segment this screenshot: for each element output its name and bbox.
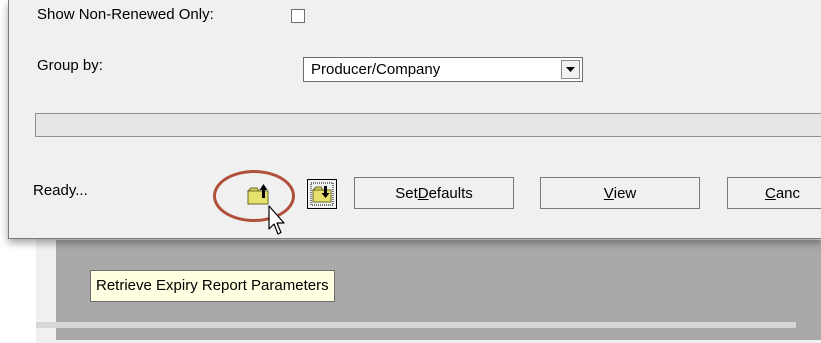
group-by-label: Group by: [37,57,103,74]
show-non-renewed-label: Show Non-Renewed Only: [37,6,214,23]
mouse-cursor-icon [268,205,285,235]
progress-bar [35,113,821,137]
cancel-label-end: anc [775,184,801,202]
group-by-value: Producer/Company [311,61,441,78]
set-defaults-label-end: efaults [428,184,473,202]
set-defaults-label-start: Set [395,184,418,202]
status-text: Ready... [33,182,88,199]
set-defaults-button[interactable]: Set Defaults [354,177,514,209]
cancel-label-key: C [765,184,776,202]
save-parameters-button[interactable] [307,179,337,209]
expiry-report-dialog: Show Non-Renewed Only: Group by: Produce… [8,0,821,239]
set-defaults-label-key: D [417,184,429,202]
chevron-down-icon[interactable] [561,60,580,79]
view-button[interactable]: View [540,177,700,209]
background-shadow [36,322,796,328]
show-non-renewed-checkbox[interactable] [291,9,305,23]
folder-down-icon [310,182,334,206]
view-label-end: iew [613,184,637,202]
tooltip: Retrieve Expiry Report Parameters [90,270,335,302]
cancel-button[interactable]: Canc [727,177,821,209]
view-label-key: V [603,184,614,202]
group-by-select[interactable]: Producer/Company [303,57,583,82]
